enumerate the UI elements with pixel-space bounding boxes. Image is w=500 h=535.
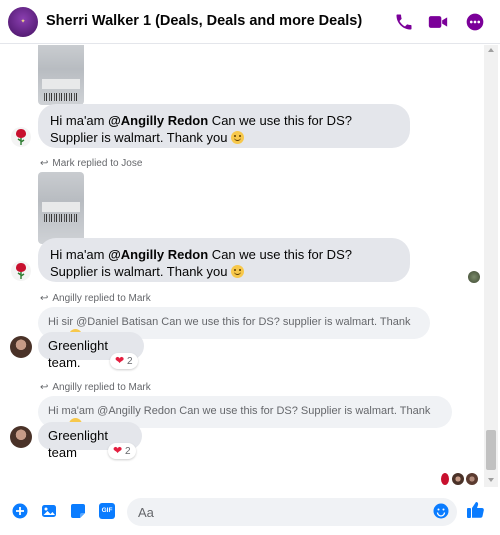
smile-emoji-icon	[231, 131, 245, 144]
message-bubble[interactable]: Hi ma'am @Angilly Redon Can we use this …	[38, 238, 410, 282]
reply-arrow-icon: ↩	[40, 382, 49, 393]
message-text: Hi ma'am	[50, 113, 109, 128]
scrollbar-thumb[interactable]	[486, 430, 496, 470]
message-photo[interactable]	[38, 45, 84, 105]
thumbs-up-icon[interactable]	[466, 500, 486, 520]
reply-note: ↩ Angilly replied to Mark	[40, 293, 151, 304]
seen-avatar	[466, 473, 478, 485]
message-text: Greenlight team.	[48, 338, 108, 370]
emoji-icon[interactable]	[433, 503, 449, 519]
photo-icon[interactable]	[41, 503, 57, 519]
sender-avatar-rose[interactable]	[11, 126, 31, 148]
sender-avatar[interactable]	[10, 426, 32, 448]
sender-avatar[interactable]	[10, 336, 32, 358]
input-placeholder: Aa	[138, 505, 154, 520]
plus-icon[interactable]	[12, 503, 28, 519]
reply-note: ↩ Mark replied to Jose	[40, 158, 143, 169]
seen-avatar	[441, 473, 449, 485]
sticker-icon[interactable]	[70, 503, 86, 519]
mention[interactable]: @Angilly Redon	[108, 247, 208, 262]
more-icon[interactable]	[464, 12, 486, 32]
smile-emoji-icon	[231, 265, 245, 278]
mention[interactable]: @Angilly Redon	[108, 113, 208, 128]
group-avatar[interactable]: ✦	[8, 7, 38, 37]
video-camera-icon[interactable]	[427, 12, 449, 32]
scroll-down-icon[interactable]	[488, 478, 494, 482]
seen-avatar	[468, 271, 480, 283]
reply-arrow-icon: ↩	[40, 293, 49, 304]
scroll-up-icon[interactable]	[488, 48, 494, 52]
sender-avatar-rose[interactable]	[11, 260, 31, 282]
phone-icon[interactable]	[393, 12, 415, 32]
message-bubble[interactable]: Hi ma'am @Angilly Redon Can we use this …	[38, 104, 410, 148]
heart-icon: ❤	[113, 445, 123, 457]
message-text: Hi ma'am	[50, 247, 109, 262]
reply-arrow-icon: ↩	[40, 158, 49, 169]
scrollbar-track[interactable]	[484, 45, 498, 487]
message-photo[interactable]	[38, 172, 84, 244]
seen-avatar	[452, 473, 464, 485]
reaction-badge[interactable]: ❤ 2	[110, 353, 138, 369]
gif-icon[interactable]: GIF	[99, 503, 115, 519]
reply-note: ↩ Angilly replied to Mark	[40, 382, 151, 393]
chat-header: ✦ Sherri Walker 1 (Deals, Deals and more…	[0, 0, 500, 44]
chat-title[interactable]: Sherri Walker 1 (Deals, Deals and more D…	[46, 13, 362, 29]
message-input[interactable]: Aa	[127, 498, 457, 526]
message-text: Greenlight team	[48, 428, 108, 460]
reaction-badge[interactable]: ❤ 2	[108, 443, 136, 459]
heart-icon: ❤	[115, 355, 125, 367]
